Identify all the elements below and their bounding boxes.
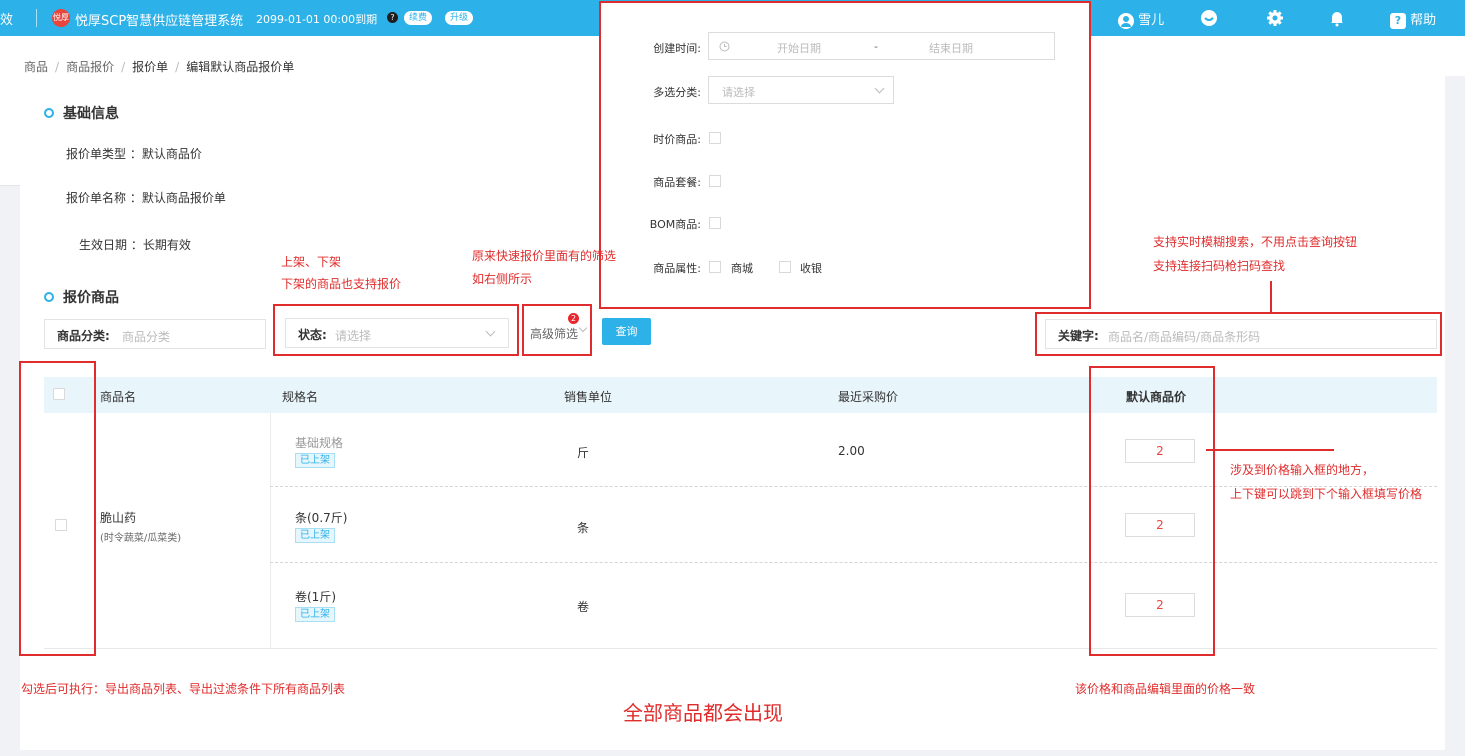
breadcrumb-item[interactable]: 商品 (24, 60, 48, 74)
product-name: 脆山药 (100, 511, 137, 525)
expire-text: 2099-01-01 00:00到期 (256, 13, 378, 26)
clock-icon (719, 41, 730, 52)
last-purchase-price: 2.00 (838, 444, 865, 458)
user-avatar-icon (1118, 12, 1134, 29)
product-category: (时令蔬菜/瓜菜类) (100, 533, 182, 544)
advanced-filter-panel: 创建时间: 开始日期 - 结束日期 多选分类: 请选择 时价商品: 商品套餐: … (599, 1, 1091, 309)
multi-category-placeholder: 请选择 (722, 86, 755, 99)
topbar-edge-text: 效 (0, 13, 14, 28)
time-price-label: 时价商品: (653, 133, 701, 146)
sale-unit: 斤 (577, 446, 590, 460)
upgrade-button[interactable]: 升级 (445, 11, 474, 25)
attr-cashier-checkbox[interactable] (779, 261, 791, 273)
status-annotation-box (273, 304, 519, 356)
section-dot-icon (44, 108, 54, 118)
effective-date-row: 生效日期 ：长期有效 (79, 238, 191, 252)
time-price-checkbox[interactable] (709, 132, 721, 144)
status-badge: 已上架 (295, 453, 335, 468)
attr-mall-label: 商城 (731, 262, 753, 275)
status-note-2: 下架的商品也支持报价 (281, 277, 402, 291)
basic-info-title: 基础信息 (44, 103, 119, 123)
adv-note-2: 如右侧所示 (472, 272, 533, 286)
create-time-range[interactable]: 开始日期 - 结束日期 (708, 32, 1055, 60)
all-goods-note: 全部商品都会出现 (623, 701, 783, 725)
bom-checkbox[interactable] (709, 217, 721, 229)
brand-logo-icon: 悦厚 (52, 9, 70, 27)
category-placeholder: 商品分类 (122, 330, 171, 344)
checkbox-annotation-box (19, 361, 96, 656)
breadcrumb-item[interactable]: 报价单 (132, 60, 168, 74)
question-icon[interactable]: ? (387, 12, 398, 23)
search-note-1: 支持实时模糊搜索，不用点击查询按钮 (1153, 235, 1358, 249)
spec-name: 基础规格 (295, 436, 344, 450)
bell-icon[interactable] (1328, 9, 1346, 27)
row-divider (270, 562, 1437, 563)
price-annotation-box (1089, 366, 1215, 656)
package-checkbox[interactable] (709, 175, 721, 187)
quote-name-row: 报价单名称 ：默认商品报价单 (66, 191, 226, 205)
quote-type-row: 报价单类型 ：默认商品价 (66, 147, 202, 161)
category-filter[interactable]: 商品分类: 商品分类 (44, 319, 266, 349)
col-product-name: 商品名 (100, 390, 137, 404)
help-label: 帮助 (1410, 13, 1437, 28)
help-icon: ? (1390, 12, 1406, 29)
table-bottom-line (44, 648, 1437, 649)
spec-name: 卷(1斤) (295, 590, 336, 604)
adv-note-1: 原来快速报价里面有的筛选 (472, 249, 617, 263)
attr-cashier-label: 收银 (800, 262, 822, 275)
advanced-annotation-box (522, 304, 592, 356)
status-badge: 已上架 (295, 528, 335, 543)
table-header: 商品名 规格名 销售单位 最近采购价 默认商品价 (44, 377, 1437, 413)
price-note-2: 上下键可以跳到下个输入框填写价格 (1230, 487, 1423, 501)
multi-category-select[interactable]: 请选择 (708, 76, 894, 104)
multi-category-label: 多选分类: (653, 86, 701, 99)
spec-name: 条(0.7斤) (295, 511, 348, 525)
package-label: 商品套餐: (653, 176, 701, 189)
col-spec-name: 规格名 (282, 390, 319, 404)
column-divider (270, 413, 271, 648)
help-link[interactable]: ? 帮助 (1390, 9, 1436, 29)
gear-icon[interactable] (1266, 9, 1284, 27)
end-date-placeholder: 结束日期 (929, 42, 973, 55)
check-note: 勾选后可执行：导出商品列表、导出过滤条件下所有商品列表 (21, 682, 346, 696)
status-badge: 已上架 (295, 607, 335, 622)
price-note-1: 涉及到价格输入框的地方， (1230, 463, 1375, 477)
search-note-2: 支持连接扫码枪扫码查找 (1153, 259, 1286, 273)
chevron-down-icon (874, 83, 885, 94)
quote-goods-title: 报价商品 (44, 287, 119, 307)
range-separator: - (874, 40, 878, 53)
bom-label: BOM商品: (649, 218, 701, 231)
chat-icon[interactable] (1200, 9, 1218, 27)
user-name: 雪儿 (1138, 13, 1165, 28)
col-last-purchase-price: 最近采购价 (838, 390, 899, 404)
section-dot-icon (44, 292, 54, 302)
price-same-note: 该价格和商品编辑里面的价格一致 (1075, 682, 1256, 696)
status-note-1: 上架、下架 (281, 255, 342, 269)
start-date-placeholder: 开始日期 (777, 42, 821, 55)
create-time-label: 创建时间: (653, 42, 701, 55)
keyword-annotation-box (1035, 312, 1442, 356)
renew-button[interactable]: 续费 (404, 11, 433, 25)
left-strip (0, 76, 20, 186)
annotation-line (1206, 449, 1334, 451)
breadcrumb-item[interactable]: 商品报价 (66, 60, 114, 74)
annotation-line (1270, 281, 1272, 312)
attr-mall-checkbox[interactable] (709, 261, 721, 273)
sale-unit: 卷 (577, 600, 590, 614)
query-button[interactable]: 查询 (602, 318, 651, 345)
user-menu[interactable]: 雪儿 (1118, 9, 1164, 29)
sale-unit: 条 (577, 521, 590, 535)
topbar-divider (36, 9, 37, 27)
breadcrumb-current: 编辑默认商品报价单 (186, 60, 295, 74)
col-sale-unit: 销售单位 (564, 390, 613, 404)
category-label: 商品分类: (57, 329, 110, 343)
system-title: 悦厚SCP智慧供应链管理系统 (75, 14, 244, 29)
